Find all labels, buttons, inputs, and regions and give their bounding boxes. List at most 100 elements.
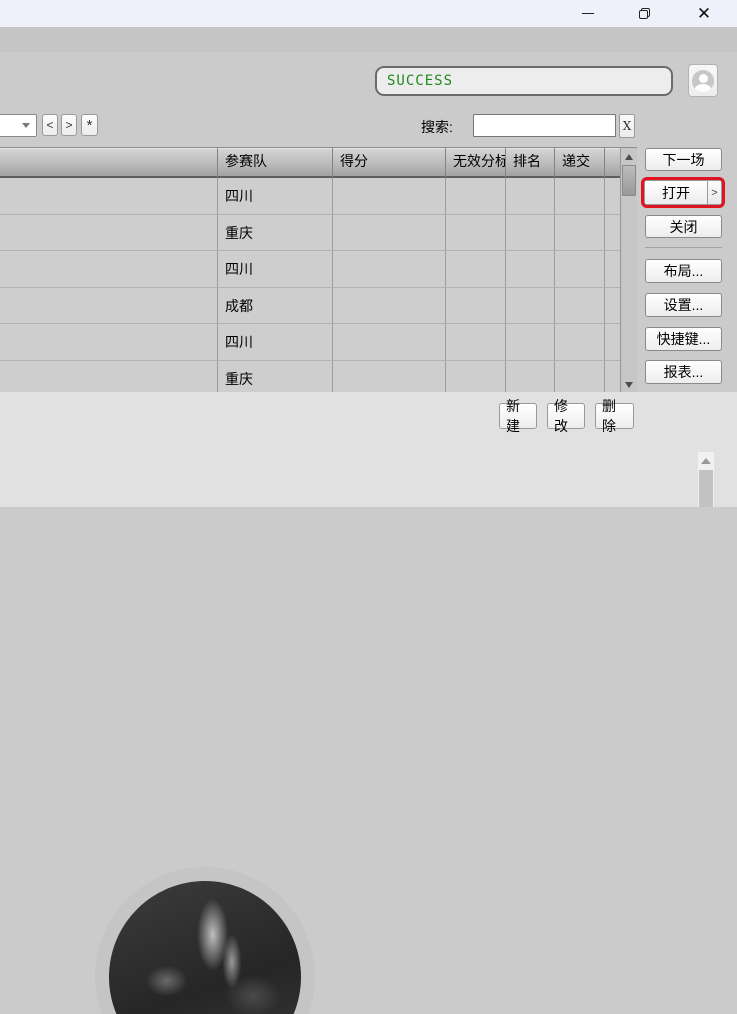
- edit-label: 修改: [554, 396, 578, 436]
- user-button[interactable]: [688, 64, 718, 97]
- table-row[interactable]: 重庆: [0, 361, 620, 392]
- cell-score: [333, 178, 446, 214]
- next-match-label: 下一场: [663, 150, 705, 170]
- triangle-up-icon: [701, 458, 711, 464]
- close-button[interactable]: ✕: [684, 0, 724, 27]
- cell-rank: [506, 288, 555, 324]
- cell-rank: [506, 178, 555, 214]
- minimize-icon: [582, 13, 594, 14]
- cell-invalid: [446, 288, 506, 324]
- page-scrollbar-thumb[interactable]: [699, 470, 713, 507]
- triangle-up-icon: [625, 154, 633, 160]
- cell-submit: [555, 288, 605, 324]
- prev-button[interactable]: <: [42, 114, 58, 136]
- cell-blank: [0, 215, 218, 251]
- settings-button[interactable]: 设置...: [645, 293, 722, 317]
- table-header: 参赛队 得分 无效分标记 排名 递交: [0, 148, 637, 178]
- next-button[interactable]: >: [61, 114, 77, 136]
- column-header-invalid[interactable]: 无效分标记: [446, 148, 506, 178]
- page-scroll-up-button[interactable]: [698, 458, 714, 464]
- cell-score: [333, 361, 446, 392]
- search-clear-button[interactable]: X: [619, 114, 635, 138]
- table-body: 四川 重庆 四川 成都: [0, 178, 620, 392]
- cell-filler: [605, 178, 620, 214]
- next-label: >: [65, 118, 72, 132]
- chevron-down-icon: [22, 123, 30, 128]
- user-icon: [692, 70, 714, 92]
- cell-filler: [605, 361, 620, 392]
- page-scrollbar[interactable]: [698, 452, 714, 507]
- scroll-down-button[interactable]: [621, 377, 637, 392]
- cell-blank: [0, 178, 218, 214]
- reports-button[interactable]: 报表...: [645, 360, 722, 384]
- new-button[interactable]: 新建: [499, 403, 537, 429]
- restore-button[interactable]: [624, 0, 664, 27]
- app-window: { "window": { "close_glyph": "✕" }, "sta…: [0, 0, 737, 507]
- cell-score: [333, 215, 446, 251]
- next-match-button[interactable]: 下一场: [645, 148, 722, 171]
- new-label: 新建: [506, 396, 530, 436]
- layout-button[interactable]: 布局...: [645, 259, 722, 283]
- cell-team: 四川: [218, 178, 333, 214]
- status-box: SUCCESS: [375, 66, 673, 96]
- cell-rank: [506, 324, 555, 360]
- column-header-blank[interactable]: [0, 148, 218, 178]
- cell-score: [333, 251, 446, 287]
- team-photo-ring: [95, 867, 315, 1014]
- filter-combobox[interactable]: [0, 114, 37, 137]
- column-header-team[interactable]: 参赛队: [218, 148, 333, 178]
- layout-label: 布局...: [664, 261, 704, 281]
- cell-submit: [555, 361, 605, 392]
- hotkeys-label: 快捷键...: [657, 329, 711, 349]
- cell-rank: [506, 251, 555, 287]
- team-photo: [109, 881, 301, 1014]
- close-match-label: 关闭: [670, 217, 698, 237]
- close-match-button[interactable]: 关闭: [645, 215, 722, 238]
- cell-filler: [605, 324, 620, 360]
- menu-band: [0, 27, 737, 52]
- open-button[interactable]: 打开: [644, 180, 707, 205]
- cell-rank: [506, 215, 555, 251]
- cell-invalid: [446, 178, 506, 214]
- delete-label: 删除: [602, 396, 627, 436]
- cell-team: 重庆: [218, 361, 333, 392]
- all-button[interactable]: *: [81, 114, 98, 136]
- column-header-filler: [605, 148, 620, 178]
- open-split-button-highlight: 打开 >: [641, 177, 725, 208]
- table-row[interactable]: 四川: [0, 251, 620, 288]
- scrollbar-thumb[interactable]: [622, 165, 636, 196]
- table-row[interactable]: 四川: [0, 324, 620, 361]
- column-header-submit[interactable]: 递交: [555, 148, 605, 178]
- cell-blank: [0, 288, 218, 324]
- open-dropdown-button[interactable]: >: [707, 180, 722, 205]
- prev-label: <: [46, 118, 53, 132]
- hotkeys-button[interactable]: 快捷键...: [645, 327, 722, 351]
- search-input[interactable]: [473, 114, 616, 137]
- column-header-rank[interactable]: 排名: [506, 148, 555, 178]
- table-row[interactable]: 成都: [0, 288, 620, 325]
- cell-blank: [0, 361, 218, 392]
- all-label: *: [87, 117, 93, 134]
- table-row[interactable]: 四川: [0, 178, 620, 215]
- restore-icon: [639, 8, 650, 19]
- cell-invalid: [446, 251, 506, 287]
- results-table: 参赛队 得分 无效分标记 排名 递交 四川 重庆 四川: [0, 147, 637, 392]
- edit-button[interactable]: 修改: [547, 403, 585, 429]
- cell-team: 四川: [218, 324, 333, 360]
- settings-label: 设置...: [664, 295, 704, 315]
- delete-button[interactable]: 删除: [595, 403, 634, 429]
- reports-label: 报表...: [664, 362, 704, 382]
- cell-submit: [555, 215, 605, 251]
- search-label: 搜索:: [421, 117, 453, 137]
- cell-team: 重庆: [218, 215, 333, 251]
- close-icon: ✕: [697, 4, 711, 24]
- cell-invalid: [446, 324, 506, 360]
- minimize-button[interactable]: [568, 0, 608, 27]
- cell-invalid: [446, 361, 506, 392]
- table-scrollbar[interactable]: [620, 148, 637, 392]
- divider: [645, 247, 722, 248]
- scroll-up-button[interactable]: [621, 149, 637, 164]
- open-label: 打开: [662, 183, 690, 203]
- table-row[interactable]: 重庆: [0, 215, 620, 252]
- column-header-score[interactable]: 得分: [333, 148, 446, 178]
